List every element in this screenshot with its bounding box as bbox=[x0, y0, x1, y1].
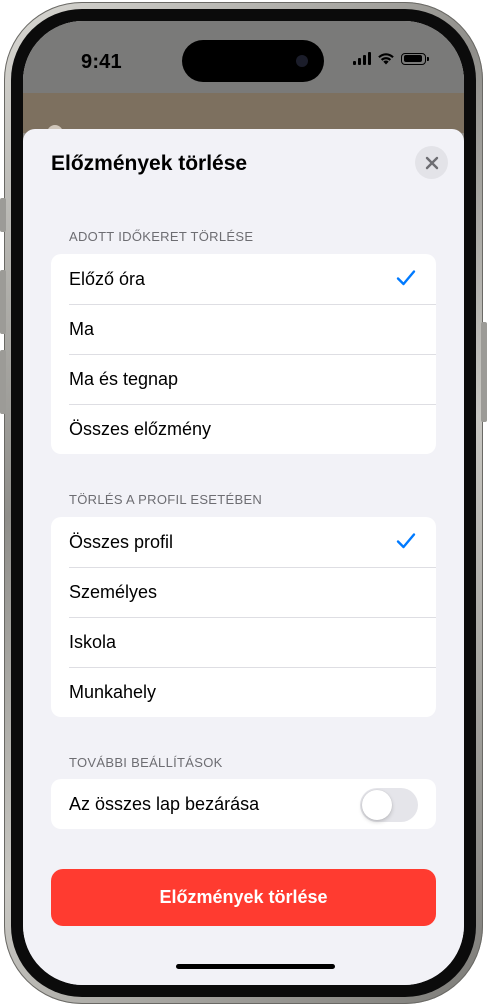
volume-up-button bbox=[0, 270, 6, 334]
action-button bbox=[0, 198, 6, 232]
time-range-option-last-hour[interactable]: Előző óra bbox=[51, 254, 436, 304]
option-label: Előző óra bbox=[69, 268, 146, 289]
dynamic-island bbox=[182, 40, 324, 82]
option-label: Ma bbox=[69, 318, 95, 339]
option-label: Ma és tegnap bbox=[69, 368, 179, 389]
phone-frame: 9:41 Előzmények törlése ADOTT IDŐKERET T… bbox=[0, 2, 487, 1004]
status-icons bbox=[353, 52, 429, 65]
option-label: Összes előzmény bbox=[69, 418, 212, 439]
time-range-option-all-history[interactable]: Összes előzmény bbox=[51, 404, 436, 454]
additional-settings-header: TOVÁBBI BEÁLLÍTÁSOK bbox=[69, 755, 223, 770]
checkmark-icon bbox=[396, 270, 416, 286]
time-range-option-today[interactable]: Ma bbox=[51, 304, 436, 354]
status-time: 9:41 bbox=[81, 51, 122, 73]
profile-header: TÖRLÉS A PROFIL ESETÉBEN bbox=[69, 492, 263, 507]
side-button bbox=[481, 322, 487, 422]
volume-down-button bbox=[0, 350, 6, 414]
bezel: 9:41 Előzmények törlése ADOTT IDŐKERET T… bbox=[11, 9, 476, 997]
additional-settings-list: Az összes lap bezárása bbox=[51, 779, 436, 829]
screen: 9:41 Előzmények törlése ADOTT IDŐKERET T… bbox=[23, 21, 464, 985]
checkmark-icon bbox=[396, 533, 416, 549]
profile-option-work[interactable]: Munkahely bbox=[51, 667, 436, 717]
time-range-header: ADOTT IDŐKERET TÖRLÉSE bbox=[69, 229, 254, 244]
cellular-signal-icon bbox=[353, 52, 371, 65]
battery-icon bbox=[401, 52, 429, 65]
time-range-option-today-and-yesterday[interactable]: Ma és tegnap bbox=[51, 354, 436, 404]
background-page-band bbox=[23, 93, 464, 133]
close-icon bbox=[425, 156, 438, 169]
home-indicator bbox=[176, 964, 335, 969]
close-all-tabs-row: Az összes lap bezárása bbox=[51, 779, 436, 829]
battery-level bbox=[403, 55, 422, 62]
close-all-tabs-toggle[interactable] bbox=[360, 788, 418, 822]
sheet-title: Előzmények törlése bbox=[51, 152, 248, 175]
camera-icon bbox=[296, 55, 308, 67]
option-label: Iskola bbox=[69, 631, 117, 652]
clear-history-sheet: Előzmények törlése ADOTT IDŐKERET TÖRLÉS… bbox=[23, 129, 464, 985]
option-label: Munkahely bbox=[69, 681, 157, 702]
wifi-icon bbox=[378, 53, 394, 65]
profile-option-school[interactable]: Iskola bbox=[51, 617, 436, 667]
profile-option-all-profiles[interactable]: Összes profil bbox=[51, 517, 436, 567]
option-label: Összes profil bbox=[69, 531, 174, 552]
profile-list: Összes profil Személyes Iskola Munkahely bbox=[51, 517, 436, 717]
option-label: Személyes bbox=[69, 581, 158, 602]
clear-history-button[interactable]: Előzmények törlése bbox=[51, 869, 436, 926]
toggle-knob bbox=[362, 790, 392, 820]
profile-option-personal[interactable]: Személyes bbox=[51, 567, 436, 617]
time-range-list: Előző óra Ma Ma és tegnap Összes előzmén… bbox=[51, 254, 436, 454]
close-all-tabs-label: Az összes lap bezárása bbox=[69, 793, 260, 814]
close-button[interactable] bbox=[415, 146, 448, 179]
